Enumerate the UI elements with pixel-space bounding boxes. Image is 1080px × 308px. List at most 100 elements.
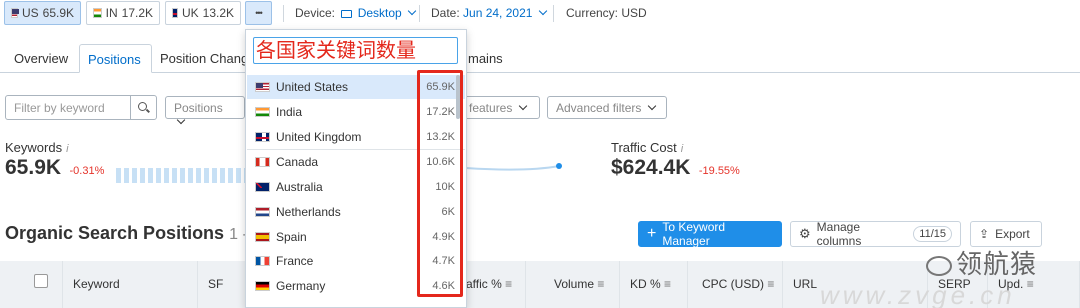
country-name: United States: [276, 80, 349, 94]
es-flag-icon: [255, 232, 270, 242]
sort-icon: ≡: [664, 277, 672, 291]
in-flag-icon: [255, 107, 270, 117]
chevron-down-icon: [407, 6, 417, 16]
us-flag-icon: [255, 82, 270, 92]
date-label: Date:: [431, 6, 460, 20]
sort-icon: ≡: [767, 277, 775, 291]
section-title-wrap: Organic Search Positions 1 - 1: [5, 223, 261, 244]
advanced-filters-label: Advanced filters: [556, 101, 642, 115]
watermark-brand-text: 领航猿: [956, 249, 1038, 279]
device-selector[interactable]: Device: Desktop: [295, 6, 418, 20]
select-all-checkbox[interactable]: [34, 274, 48, 288]
country-name: Netherlands: [276, 205, 341, 219]
db-code: US: [21, 6, 39, 20]
positions-filter-label: Positions: [174, 101, 223, 115]
search-icon-handle: [146, 108, 150, 113]
db-value: 17.2K: [121, 6, 153, 20]
country-name: France: [276, 254, 314, 268]
chevron-down-icon: [647, 101, 656, 111]
highlight-box: [417, 70, 463, 297]
us-flag-icon: [11, 8, 19, 18]
search-button[interactable]: [130, 96, 156, 119]
country-name: Spain: [276, 230, 307, 244]
de-flag-icon: [255, 281, 270, 291]
tab-competitors-domains[interactable]: mains: [460, 44, 511, 73]
to-keyword-manager-button[interactable]: + To Keyword Manager: [638, 220, 782, 248]
country-name: India: [276, 105, 303, 119]
in-flag-icon: [93, 8, 102, 18]
serp-features-filter[interactable]: features: [460, 96, 540, 119]
watermark-url: www.zvge.cn: [820, 280, 1016, 308]
keywords-value: 65.9K: [5, 156, 62, 179]
positions-filter[interactable]: Positions: [165, 96, 245, 125]
monitor-icon: [341, 10, 353, 18]
sort-icon: ≡: [597, 277, 605, 291]
features-filter-label: features: [469, 101, 513, 115]
divider: [419, 5, 420, 22]
col-kd-label: KD %: [630, 277, 661, 291]
keywords-label: Keywords: [5, 140, 63, 155]
fr-flag-icon: [255, 256, 270, 266]
db-value: 65.9K: [42, 6, 74, 20]
tab-position-changes[interactable]: Position Chang: [152, 44, 256, 73]
db-code: IN: [105, 6, 118, 20]
country-name: United Kingdom: [276, 130, 362, 144]
divider: [553, 5, 554, 22]
more-dots-icon: •••: [255, 8, 263, 18]
date-value: Jun 24, 2021: [463, 6, 533, 20]
advanced-filters-button[interactable]: Advanced filters: [547, 96, 667, 119]
traffic-cost-value: $624.4K: [611, 156, 691, 179]
ca-flag-icon: [255, 157, 270, 167]
annotation-text[interactable]: 各国家关键词数量: [253, 37, 458, 64]
traffic-cost-label: Traffic Cost: [611, 140, 677, 155]
uk-flag-icon: [255, 132, 270, 142]
col-volume-label: Volume: [554, 277, 595, 291]
col-cpc[interactable]: CPC (USD) ≡: [688, 261, 783, 308]
tab-positions[interactable]: Positions: [79, 44, 152, 73]
info-icon[interactable]: i: [66, 143, 68, 155]
keywords-trend-bars: [116, 168, 246, 183]
keyword-filter[interactable]: Filter by keyword: [5, 95, 157, 120]
col-volume[interactable]: Volume ≡: [526, 261, 620, 308]
uk-flag-icon: [172, 8, 178, 18]
traffic-cost-change: -19.55%: [698, 165, 740, 177]
tab-overview[interactable]: Overview: [6, 44, 76, 73]
export-label: Export: [995, 227, 1030, 241]
db-code: UK: [181, 6, 199, 20]
col-cpc-label: CPC (USD): [702, 277, 764, 291]
col-keyword[interactable]: Keyword: [63, 261, 198, 308]
section-title: Organic Search Positions: [5, 223, 225, 243]
nl-flag-icon: [255, 207, 270, 217]
select-all-header: [0, 261, 63, 308]
sort-icon: ≡: [505, 277, 513, 291]
db-value: 13.2K: [202, 6, 234, 20]
keyword-manager-label: To Keyword Manager: [662, 220, 726, 248]
export-icon: ⇪: [979, 227, 990, 241]
au-flag-icon: [255, 182, 270, 192]
keywords-metric: Keywords i 65.9K -0.31%: [5, 140, 104, 180]
info-icon[interactable]: i: [681, 143, 683, 155]
currency-text: Currency: USD: [566, 6, 647, 20]
db-button-in[interactable]: IN 17.2K: [86, 1, 160, 25]
more-databases-button[interactable]: •••: [245, 1, 272, 25]
country-name: Canada: [276, 155, 319, 169]
date-selector[interactable]: Date: Jun 24, 2021: [431, 6, 549, 20]
plus-icon: +: [647, 225, 657, 242]
watermark-brand: 领航猿: [926, 244, 1037, 281]
traffic-cost-metric: Traffic Cost i $624.4K -19.55%: [611, 140, 740, 180]
db-button-us[interactable]: US 65.9K: [4, 1, 81, 25]
search-input[interactable]: Filter by keyword: [6, 96, 130, 119]
manage-columns-label: Manage columns: [816, 220, 862, 248]
country-name: Australia: [276, 180, 323, 194]
columns-count-badge: 11/15: [913, 226, 952, 242]
device-label: Device:: [295, 6, 336, 20]
gear-icon: ⚙: [799, 226, 811, 241]
chevron-down-icon: [176, 115, 186, 125]
col-sf[interactable]: SF: [198, 261, 246, 308]
keywords-change: -0.31%: [69, 165, 105, 177]
col-traffic-label: affic %: [466, 277, 502, 291]
col-kd[interactable]: KD % ≡: [620, 261, 688, 308]
device-value: Desktop: [357, 6, 402, 20]
country-name: Germany: [276, 279, 326, 293]
db-button-uk[interactable]: UK 13.2K: [165, 1, 241, 25]
